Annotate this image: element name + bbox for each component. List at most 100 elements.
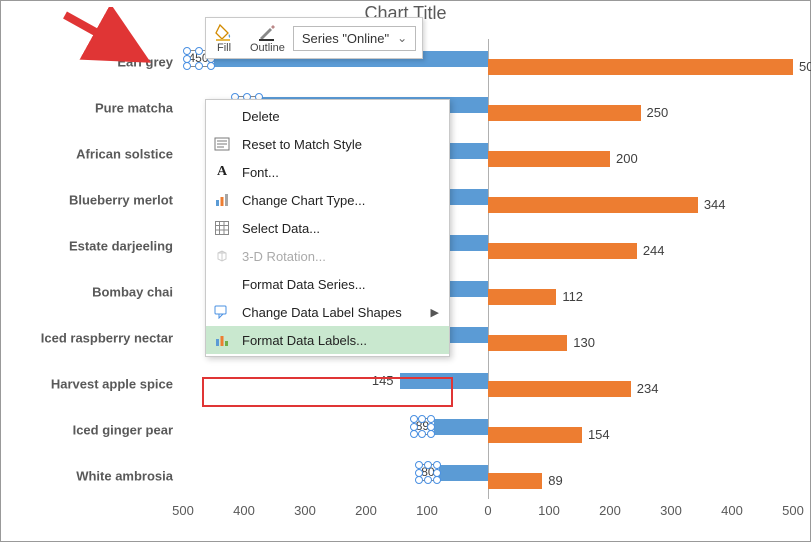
chevron-down-icon: ⌄ <box>397 31 407 45</box>
menu-format-data-series[interactable]: Format Data Series... <box>206 270 449 298</box>
selection-handle[interactable] <box>207 62 215 70</box>
menu-change-chart-type[interactable]: Change Chart Type... <box>206 186 449 214</box>
selection-handle[interactable] <box>424 461 432 469</box>
chart-row: 154 <box>183 415 793 445</box>
bar-online[interactable] <box>488 289 556 305</box>
data-label-online[interactable]: 154 <box>582 427 610 443</box>
x-tick-label: 300 <box>294 503 316 518</box>
selection-handle[interactable] <box>424 476 432 484</box>
font-icon: A <box>212 163 232 181</box>
selection-handle[interactable] <box>195 62 203 70</box>
menu-delete-label: Delete <box>242 109 280 124</box>
bar-online[interactable] <box>488 381 631 397</box>
value-axis: 5004003002001000100200300400500 <box>183 503 793 529</box>
outline-label: Outline <box>250 42 285 54</box>
bar-online[interactable] <box>488 473 542 489</box>
annotation-arrow <box>57 7 157 67</box>
menu-reset-style[interactable]: Reset to Match Style <box>206 130 449 158</box>
bar-online[interactable] <box>488 59 793 75</box>
x-tick-label: 200 <box>355 503 377 518</box>
data-label-online[interactable]: 200 <box>610 151 638 167</box>
selection-handle[interactable] <box>433 461 441 469</box>
blank-icon <box>212 275 232 293</box>
menu-3d-label: 3-D Rotation... <box>242 249 326 264</box>
x-tick-label: 500 <box>172 503 194 518</box>
x-tick-label: 500 <box>782 503 804 518</box>
category-label: Iced raspberry nectar <box>41 331 173 346</box>
fill-icon <box>214 22 234 42</box>
category-label: Pure matcha <box>95 101 173 116</box>
outline-button[interactable]: Outline <box>242 18 293 58</box>
selection-handle[interactable] <box>415 461 423 469</box>
x-tick-label: 400 <box>233 503 255 518</box>
selection-handle[interactable] <box>410 423 418 431</box>
x-tick-label: 400 <box>721 503 743 518</box>
data-label-in-store[interactable]: 145 <box>372 373 400 389</box>
data-label-online[interactable]: 500 <box>793 59 811 75</box>
bar-in-store[interactable] <box>434 419 488 435</box>
data-label-online[interactable]: 234 <box>631 381 659 397</box>
bar-in-store[interactable] <box>439 465 488 481</box>
menu-reset-label: Reset to Match Style <box>242 137 362 152</box>
selected-data-label[interactable]: 89 <box>413 418 432 435</box>
outline-icon <box>250 22 285 42</box>
menu-3d-rotation: 3-D Rotation... <box>206 242 449 270</box>
selection-handle[interactable] <box>418 415 426 423</box>
context-menu: Delete Reset to Match Style A Font... Ch… <box>205 99 450 357</box>
cube-icon <box>212 247 232 265</box>
x-tick-label: 100 <box>538 503 560 518</box>
bar-online[interactable] <box>488 427 582 443</box>
selection-handle[interactable] <box>433 469 441 477</box>
data-label-online[interactable]: 344 <box>698 197 726 213</box>
series-selector-dropdown[interactable]: Series "Online" ⌄ <box>293 26 416 51</box>
selection-handle[interactable] <box>183 62 191 70</box>
selection-handle[interactable] <box>427 423 435 431</box>
selection-handle[interactable] <box>427 430 435 438</box>
selection-handle[interactable] <box>433 476 441 484</box>
reset-icon <box>212 135 232 153</box>
selection-handle[interactable] <box>410 415 418 423</box>
chart-row: 234 145 <box>183 369 793 399</box>
chart-type-icon <box>212 191 232 209</box>
menu-select-data[interactable]: Select Data... <box>206 214 449 242</box>
menu-change-shapes-label: Change Data Label Shapes <box>242 305 402 320</box>
menu-format-labels-label: Format Data Labels... <box>242 333 367 348</box>
selection-handle[interactable] <box>195 47 203 55</box>
fill-button[interactable]: Fill <box>206 18 242 58</box>
bar-online[interactable] <box>488 243 637 259</box>
category-label: Blueberry merlot <box>69 193 173 208</box>
submenu-arrow-icon: ▶ <box>431 306 439 319</box>
x-tick-label: 100 <box>416 503 438 518</box>
selection-handle[interactable] <box>410 430 418 438</box>
menu-font[interactable]: A Font... <box>206 158 449 186</box>
bar-in-store[interactable] <box>400 373 488 389</box>
category-label: Bombay chai <box>92 285 173 300</box>
format-labels-icon <box>212 331 232 349</box>
x-tick-label: 200 <box>599 503 621 518</box>
data-label-online[interactable]: 89 <box>542 473 562 489</box>
select-data-icon <box>212 219 232 237</box>
data-label-online[interactable]: 244 <box>637 243 665 259</box>
menu-change-label-shapes[interactable]: Change Data Label Shapes ▶ <box>206 298 449 326</box>
menu-delete[interactable]: Delete <box>206 102 449 130</box>
data-label-online[interactable]: 250 <box>641 105 669 121</box>
menu-format-data-labels[interactable]: Format Data Labels... <box>206 326 449 354</box>
selected-data-label[interactable]: 80 <box>418 464 437 481</box>
menu-font-label: Font... <box>242 165 279 180</box>
bar-online[interactable] <box>488 151 610 167</box>
bar-online[interactable] <box>488 105 641 121</box>
selection-handle[interactable] <box>183 55 191 63</box>
data-label-online[interactable]: 130 <box>567 335 595 351</box>
category-label: African solstice <box>76 147 173 162</box>
bar-online[interactable] <box>488 335 567 351</box>
menu-change-type-label: Change Chart Type... <box>242 193 365 208</box>
selection-handle[interactable] <box>427 415 435 423</box>
selection-handle[interactable] <box>183 47 191 55</box>
bar-online[interactable] <box>488 197 698 213</box>
chart-row: 89 <box>183 461 793 491</box>
data-label-online[interactable]: 112 <box>556 289 583 305</box>
mini-toolbar: Fill Outline Series "Online" ⌄ <box>205 17 423 59</box>
selection-handle[interactable] <box>415 469 423 477</box>
blank-icon <box>212 107 232 125</box>
category-axis: Earl greyPure matchaAfrican solsticeBlue… <box>1 39 181 499</box>
